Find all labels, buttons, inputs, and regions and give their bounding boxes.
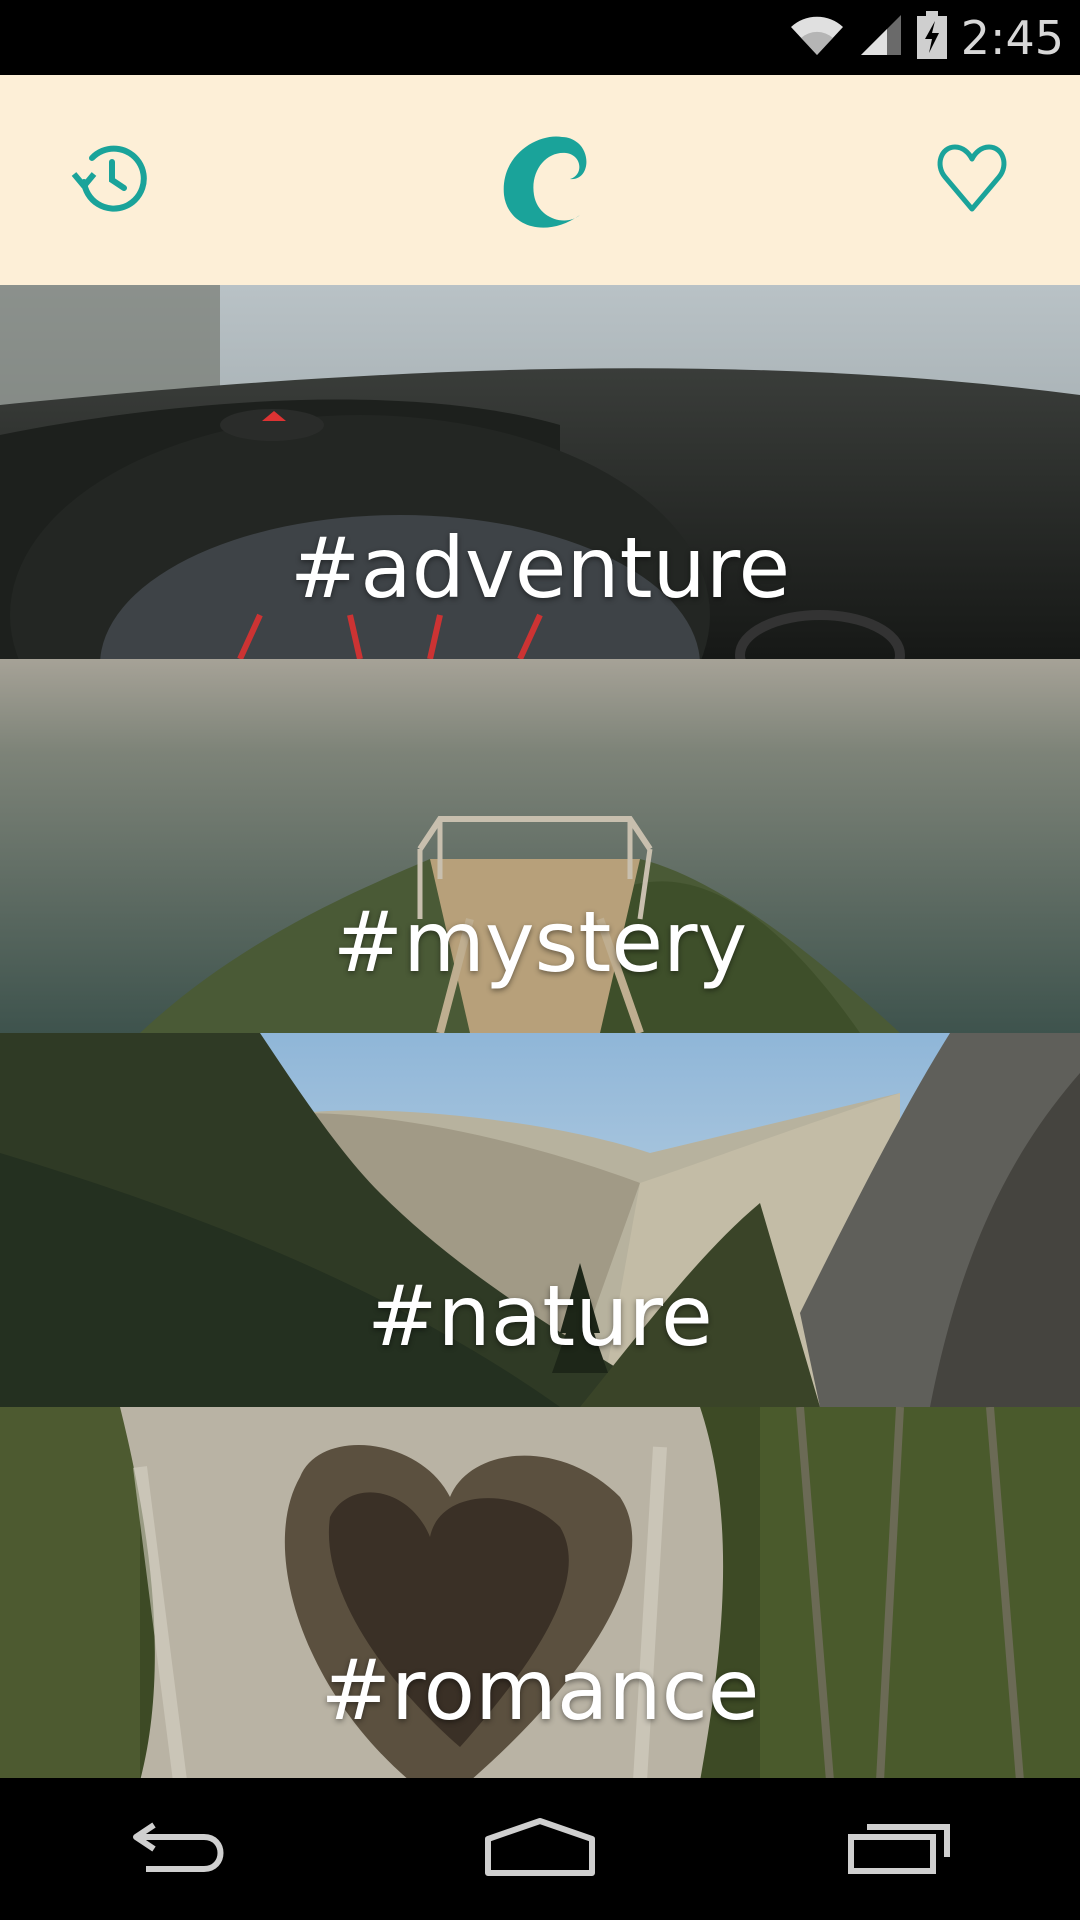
back-button[interactable] [110,1799,250,1899]
app-header [0,75,1080,285]
category-label: #romance [320,1641,760,1739]
category-label: #mystery [332,893,748,991]
wifi-icon [789,13,845,62]
recents-button[interactable] [830,1799,970,1899]
status-icons: 2:45 [789,0,1064,75]
favorites-button[interactable] [922,130,1022,230]
history-icon [66,138,150,223]
heart-icon [935,141,1009,220]
category-tile-mystery[interactable]: #mystery [0,659,1080,1033]
back-icon [128,1817,232,1882]
history-button[interactable] [58,130,158,230]
category-label: #adventure [289,519,791,617]
system-nav-bar [0,1778,1080,1920]
home-icon [484,1817,596,1882]
recents-icon [847,1819,953,1880]
signal-icon [859,13,903,62]
category-tile-adventure[interactable]: #adventure [0,285,1080,659]
category-list: #adventure #mystery #nature #romance [0,285,1080,1781]
battery-charging-icon [916,11,947,64]
home-button[interactable] [470,1799,610,1899]
app-logo [480,115,600,245]
category-label: #nature [367,1267,713,1365]
status-bar: 2:45 [0,0,1080,75]
status-time: 2:45 [960,10,1064,65]
category-tile-nature[interactable]: #nature [0,1033,1080,1407]
category-tile-romance[interactable]: #romance [0,1407,1080,1781]
